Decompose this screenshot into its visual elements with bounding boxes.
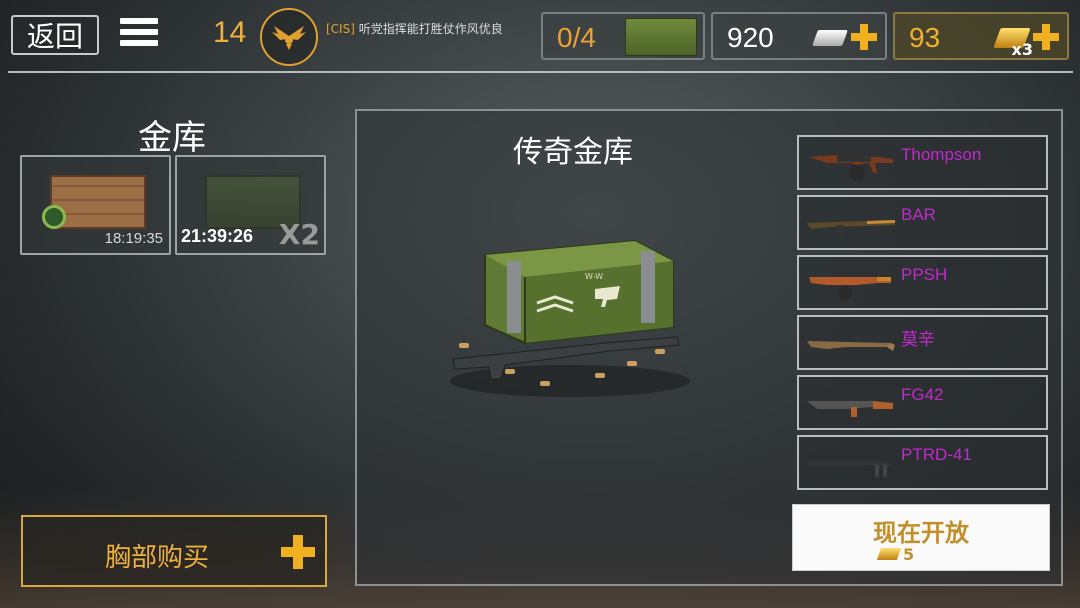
- ppsh-icon: [809, 277, 891, 300]
- slot-timer: 18:19:35: [104, 230, 163, 247]
- add-silver-icon[interactable]: [851, 24, 877, 50]
- slot-timer: 21:39:26: [181, 226, 254, 246]
- weapon-name: PTRD-41: [901, 445, 972, 464]
- plus-icon: [281, 535, 315, 569]
- gold-multiplier: x3: [1011, 40, 1033, 59]
- header-divider: [8, 71, 1073, 73]
- clan-tag: [CIS]: [326, 22, 355, 36]
- gold-currency[interactable]: 93 x3: [893, 12, 1069, 60]
- weapon-name: BAR: [901, 205, 936, 224]
- silver-bar-icon: [812, 30, 848, 46]
- weapon-item-thompson[interactable]: Thompson: [797, 135, 1048, 190]
- slot-multiplier: X2: [278, 218, 320, 251]
- silver-amount: 920: [727, 22, 774, 53]
- silver-currency[interactable]: 920: [711, 12, 887, 60]
- weapon-name: Thompson: [901, 145, 982, 164]
- gold-bar-icon: [876, 548, 902, 560]
- rank-badge-icon[interactable]: [260, 8, 318, 66]
- weapon-item-fg42[interactable]: FG42: [797, 375, 1048, 430]
- bar-icon: [807, 220, 895, 234]
- buy-chest-button[interactable]: 胸部购买: [21, 515, 327, 587]
- vault-title: 金库: [138, 118, 206, 158]
- svg-text:W-W: W-W: [585, 272, 603, 281]
- legendary-crate-icon[interactable]: W-W: [445, 231, 695, 401]
- weapon-item-ptrd41[interactable]: PTRD-41: [797, 435, 1048, 490]
- chest-counter[interactable]: 0/4: [541, 12, 705, 60]
- ptrd41-icon: [807, 461, 891, 477]
- open-cost: 5: [903, 545, 915, 564]
- rank-level: 14: [213, 16, 247, 49]
- open-now-button[interactable]: 现在开放 5: [792, 504, 1050, 571]
- gold-amount: 93: [909, 22, 941, 53]
- buy-chest-label: 胸部购买: [105, 543, 210, 573]
- weapon-name: FG42: [901, 385, 944, 404]
- legendary-vault-title: 传奇金库: [513, 135, 633, 170]
- weapon-item-ppsh[interactable]: PPSH: [797, 255, 1048, 310]
- mosin-icon: [807, 341, 895, 351]
- weapon-name: 莫辛: [901, 330, 935, 349]
- clan-motto: 听党指挥能打胜仗作风优良: [358, 22, 503, 36]
- fg42-icon: [807, 401, 893, 417]
- thompson-icon: [809, 155, 893, 181]
- chest-icon: [625, 18, 697, 56]
- vault-slot-1[interactable]: 18:19:35: [20, 155, 171, 255]
- weapon-list: Thompson BAR PPSH 莫辛 FG42 PTRD-41: [797, 135, 1048, 495]
- weapon-item-mosin[interactable]: 莫辛: [797, 315, 1048, 370]
- back-button[interactable]: 返回: [11, 15, 99, 55]
- menu-icon[interactable]: [120, 18, 158, 52]
- clock-icon: [42, 205, 66, 229]
- chest-count: 0/4: [557, 22, 596, 53]
- weapon-name: PPSH: [901, 265, 948, 284]
- top-bar: 返回 14 [CIS] 听党指挥能打胜仗作风优良 0/4 920 93 x3: [0, 0, 1080, 72]
- add-gold-icon[interactable]: [1033, 24, 1059, 50]
- clan-info[interactable]: [CIS] 听党指挥能打胜仗作风优良: [326, 20, 503, 37]
- open-now-label: 现在开放: [873, 519, 969, 547]
- weapon-item-bar[interactable]: BAR: [797, 195, 1048, 250]
- vault-slot-2[interactable]: 21:39:26 X2: [175, 155, 326, 255]
